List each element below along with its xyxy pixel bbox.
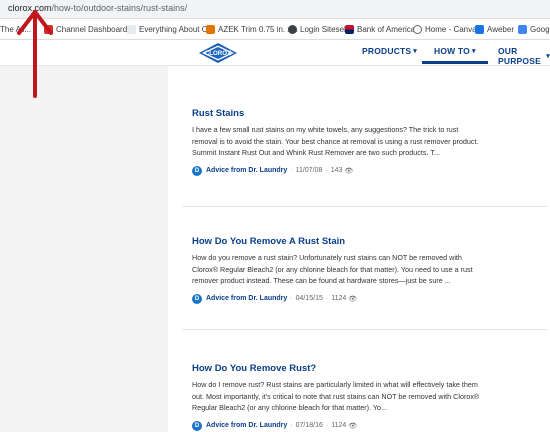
article-card[interactable]: Rust Stains I have a few small rust stai…: [192, 108, 482, 176]
azek-bookmark-icon: [206, 24, 215, 34]
search-results: Rust Stains I have a few small rust stai…: [168, 66, 550, 432]
site-header: CLOROX PRODUCTS ▾ HOW TO ▾ OUR PURPOSE ▾: [0, 40, 550, 66]
article-title[interactable]: How Do You Remove A Rust Stain: [192, 236, 482, 247]
nav-label: HOW TO: [434, 46, 470, 56]
eye-icon: 👁: [344, 167, 354, 175]
chevron-down-icon: ▾: [413, 48, 418, 55]
left-sidebar-area: [0, 66, 168, 432]
bookmark-aweber[interactable]: Aweber: [475, 22, 514, 36]
article-card[interactable]: How Do You Remove Rust? How do I remove …: [192, 363, 482, 431]
article-meta: D Advice from Dr. Laundry · 04/15/15 · 1…: [192, 293, 482, 304]
article-views: 143: [330, 167, 343, 174]
nav-label: PRODUCTS: [362, 46, 412, 56]
article-excerpt: How do you remove a rust stain? Unfortun…: [192, 253, 473, 285]
chevron-down-icon: ▾: [472, 48, 476, 55]
url-path: /how-to/outdoor-stains/rust-stains/: [51, 3, 188, 13]
article-title[interactable]: Rust Stains: [192, 108, 482, 119]
article-date: 07/18/16: [295, 422, 323, 429]
bookmarks-bar: The All... Channel Dashboard... Everythi…: [0, 19, 550, 40]
eye-icon: 👁: [348, 295, 358, 303]
google-bookmark-icon: [518, 24, 527, 34]
article-title[interactable]: How Do You Remove Rust?: [192, 363, 482, 374]
dashboard-bookmark-icon: [44, 24, 53, 34]
article-meta: D Advice from Dr. Laundry · 11/07/08 · 1…: [192, 165, 482, 176]
bookmark-label: Bank of America: [357, 24, 416, 34]
article-meta: D Advice from Dr. Laundry · 07/18/16 · 1…: [192, 420, 482, 431]
divider: [182, 206, 548, 207]
sitesell-bookmark-icon: [288, 24, 297, 34]
nav-label: OUR PURPOSE: [498, 46, 541, 66]
aweber-bookmark-icon: [475, 24, 484, 34]
bookmark-channel-dashboard[interactable]: Channel Dashboard...: [44, 22, 134, 36]
page-bookmark-icon: [127, 24, 136, 34]
bookmark-label: Home - Canva: [425, 24, 477, 34]
article-card[interactable]: How Do You Remove A Rust Stain How do yo…: [192, 236, 482, 304]
article-author: Advice from Dr. Laundry: [206, 422, 288, 429]
eye-icon: 👁: [348, 422, 358, 430]
address-bar[interactable]: clorox.com/how-to/outdoor-stains/rust-st…: [0, 0, 550, 19]
bookmark-home-canva[interactable]: Home - Canva: [413, 22, 477, 36]
nav-how-to[interactable]: HOW TO ▾: [422, 46, 488, 64]
bookmark-label: Login Sitesell: [300, 24, 348, 34]
globe-bookmark-icon: [413, 24, 422, 34]
bookmark-google[interactable]: Google: [518, 22, 550, 36]
article-date: 04/15/15: [295, 295, 323, 302]
url-host: clorox.com: [8, 3, 52, 13]
nav-products[interactable]: PRODUCTS ▾: [362, 46, 417, 56]
bookmark-label: The All...: [0, 24, 32, 34]
clorox-logo[interactable]: CLOROX: [198, 42, 238, 64]
divider: [182, 329, 548, 330]
article-author: Advice from Dr. Laundry: [206, 295, 288, 302]
bookmark-label: Aweber: [487, 24, 514, 34]
dr-laundry-icon: D: [192, 293, 202, 304]
bookmark-label: Everything About C...: [139, 24, 215, 34]
logo-text: CLOROX: [205, 50, 232, 57]
bookmark-everything-about[interactable]: Everything About C...: [127, 22, 214, 36]
dr-laundry-icon: D: [192, 420, 202, 431]
bookmark-bank-of-america[interactable]: Bank of America: [345, 22, 415, 36]
bofa-bookmark-icon: [345, 24, 354, 34]
article-views: 1124: [331, 295, 347, 302]
article-views: 1124: [331, 422, 347, 429]
bookmark-label: Google: [530, 24, 550, 34]
nav-our-purpose[interactable]: OUR PURPOSE ▾: [498, 46, 550, 66]
bookmark-azek-trim[interactable]: AZEK Trim 0.75 in. x...: [206, 22, 298, 36]
bookmark-the-all[interactable]: The All...: [0, 22, 31, 36]
article-author: Advice from Dr. Laundry: [206, 167, 288, 174]
chevron-down-icon: ▾: [546, 53, 550, 60]
bookmark-label: Channel Dashboard...: [56, 24, 134, 34]
article-excerpt: I have a few small rust stains on my whi…: [192, 125, 479, 157]
article-date: 11/07/08: [295, 167, 323, 174]
clorox-diamond-icon: CLOROX: [199, 43, 237, 63]
url-text[interactable]: clorox.com/how-to/outdoor-stains/rust-st…: [8, 3, 187, 13]
bookmark-login-sitesell[interactable]: Login Sitesell: [288, 22, 348, 36]
bookmark-label: AZEK Trim 0.75 in. x...: [218, 24, 299, 34]
dr-laundry-icon: D: [192, 165, 202, 176]
article-excerpt: How do I remove rust? Rust stains are pa…: [192, 380, 480, 412]
